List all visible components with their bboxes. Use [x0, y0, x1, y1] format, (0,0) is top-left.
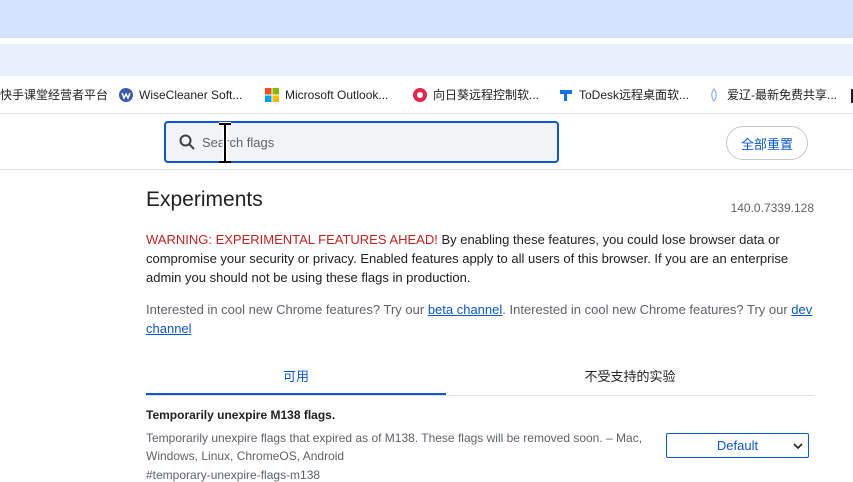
channel-text-1: Interested in cool new Chrome features? …	[146, 302, 428, 317]
channel-info: Interested in cool new Chrome features? …	[146, 300, 814, 338]
address-bar-area[interactable]	[0, 44, 853, 76]
search-icon	[178, 133, 196, 151]
page-title: Experiments	[146, 188, 263, 211]
bookmark-label: 向日葵远程控制软...	[433, 88, 540, 102]
bookmark-item[interactable]: ToDesk远程桌面软...	[558, 76, 689, 113]
aiiao-icon	[706, 87, 722, 103]
flag-description: Temporarily unexpire flags that expired …	[146, 431, 643, 463]
wisecleaner-icon	[118, 87, 134, 103]
text-cursor-icon	[219, 122, 231, 164]
search-input[interactable]	[202, 123, 542, 161]
beta-channel-link[interactable]: beta channel	[428, 302, 502, 317]
bookmark-label: WiseCleaner Soft...	[139, 87, 243, 102]
chevron-down-icon	[793, 443, 803, 450]
warning-heading: WARNING: EXPERIMENTAL FEATURES AHEAD!	[146, 232, 438, 247]
microsoft-icon	[264, 87, 280, 103]
sunlogin-icon	[412, 87, 428, 103]
flag-state-select[interactable]: Default	[666, 433, 809, 458]
bookmark-label: Microsoft Outlook...	[285, 87, 389, 102]
flag-title: Temporarily unexpire M138 flags.	[146, 408, 336, 422]
channel-text-2: . Interested in cool new Chrome features…	[502, 302, 792, 317]
tab-unavailable[interactable]: 不受支持的实验	[446, 360, 814, 395]
todesk-icon	[558, 87, 574, 103]
flag-state-value: Default	[716, 438, 759, 453]
tab-bar: 可用 不受支持的实验	[146, 360, 814, 396]
bookmark-item[interactable]: 快手课堂经营者平台	[0, 76, 108, 113]
bookmark-label: ToDesk远程桌面软...	[579, 88, 690, 102]
tab-available[interactable]: 可用	[146, 360, 446, 395]
reset-all-button[interactable]: 全部重置	[726, 126, 808, 160]
bookmark-item[interactable]: WiseCleaner Soft...	[118, 76, 242, 113]
bookmark-label: 爱辽-最新免费共享...	[727, 88, 837, 102]
version-label: 140.0.7339.128	[730, 201, 814, 215]
flags-header: 全部重置	[0, 114, 853, 170]
tab-strip	[0, 0, 853, 38]
bookmark-item[interactable]: 爱辽-最新免费共享...	[706, 76, 837, 113]
warning-text: WARNING: EXPERIMENTAL FEATURES AHEAD! By…	[146, 230, 814, 287]
bookmark-item[interactable]: Microsoft Outlook...	[264, 76, 388, 113]
bookmarks-bar: 快手课堂经营者平台 WiseCleaner Soft... Microsoft …	[0, 76, 853, 114]
bookmark-item[interactable]: 向日葵远程控制软...	[412, 76, 539, 113]
bookmark-label: 快手课堂经营者平台	[0, 88, 109, 102]
